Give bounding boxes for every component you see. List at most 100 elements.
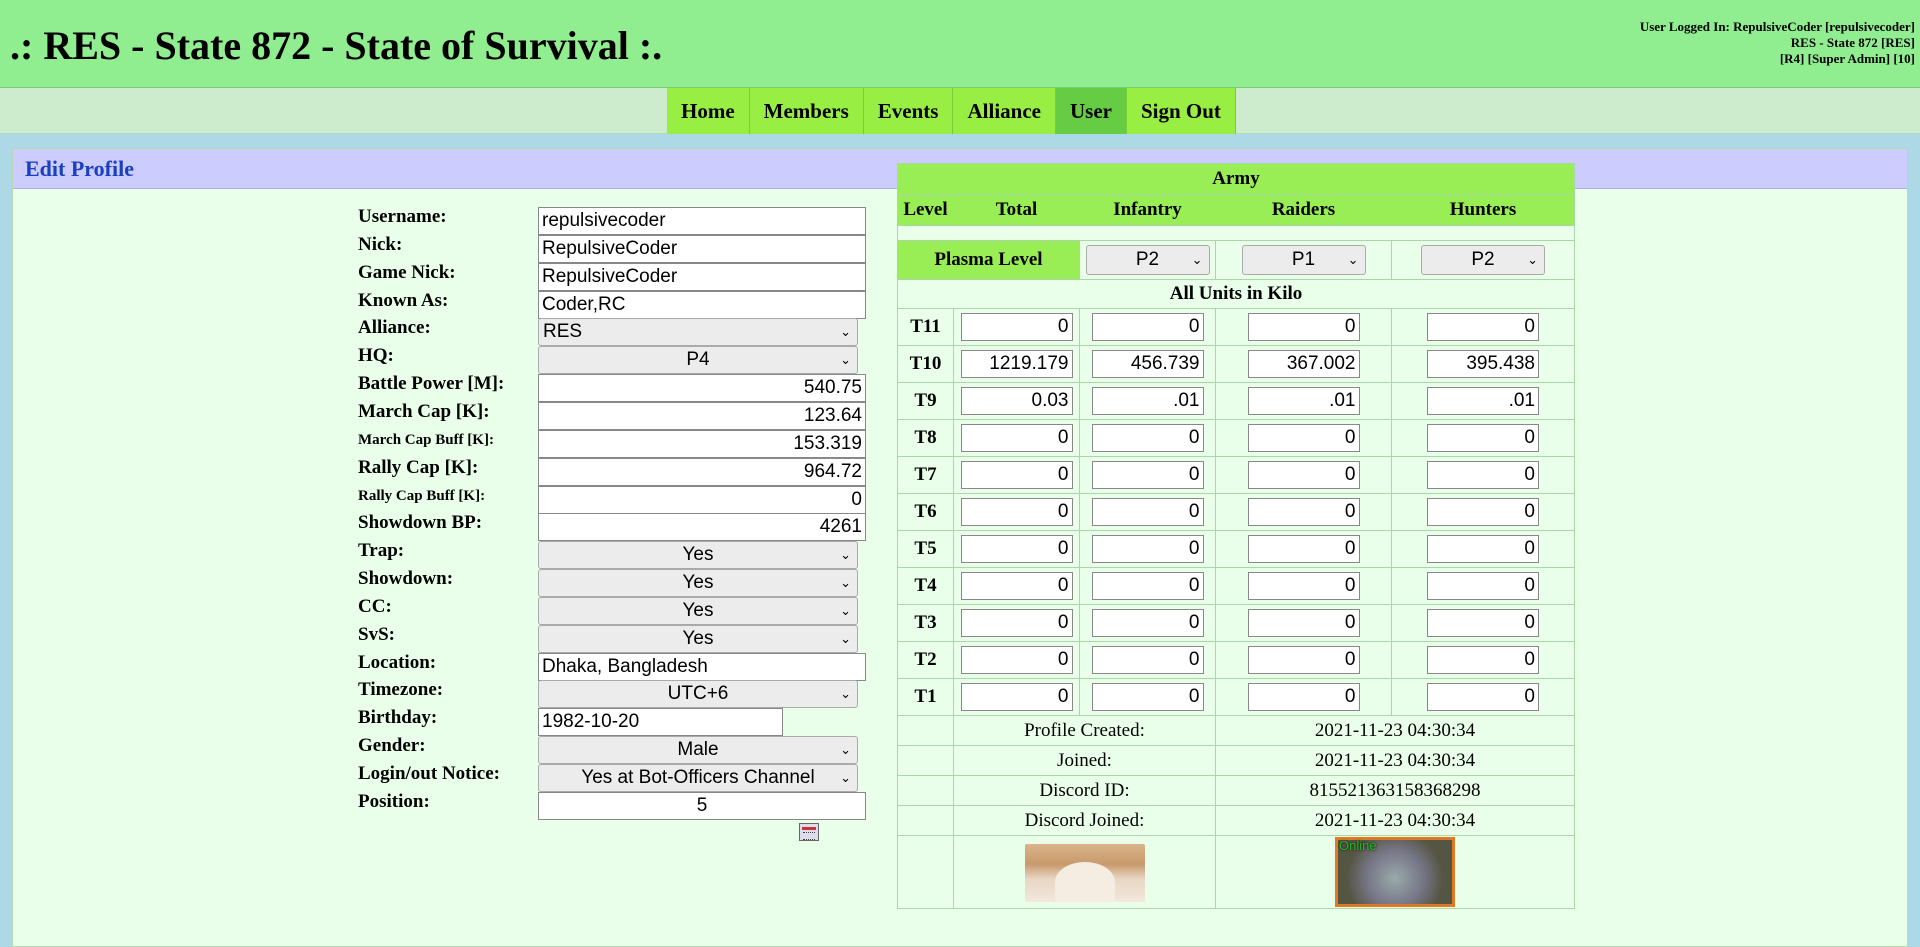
username-label: Username:	[358, 206, 447, 227]
showdown-select[interactable]: Yes ⌄	[538, 569, 858, 598]
unit-cell: 0	[953, 308, 1080, 346]
t9-raiders-input[interactable]: .01	[1247, 387, 1360, 415]
t8-hunters-input[interactable]: 0	[1427, 424, 1539, 452]
t8-infantry-input[interactable]: 0	[1091, 424, 1204, 452]
t1-hunters-input[interactable]: 0	[1427, 683, 1539, 711]
t2-hunters-input[interactable]: 0	[1427, 646, 1539, 674]
avatar	[1024, 844, 1145, 902]
known-as-input[interactable]: Coder,RC	[538, 290, 866, 319]
gender-select[interactable]: Male ⌄	[538, 736, 858, 765]
nav-user[interactable]: User	[1055, 88, 1127, 134]
t11-infantry-input[interactable]: 0	[1091, 313, 1204, 341]
unit-cell: 0	[1079, 678, 1216, 716]
timezone-select[interactable]: UTC+6 ⌄	[538, 680, 858, 709]
nav-members[interactable]: Members	[749, 88, 864, 134]
t6-hunters-input[interactable]: 0	[1427, 498, 1539, 526]
march-cap-k-input[interactable]: 123.64	[538, 401, 866, 430]
alliance-select[interactable]: RES ⌄	[538, 318, 858, 347]
unit-cell: 0	[1079, 308, 1216, 346]
t4-raiders-input[interactable]: 0	[1247, 572, 1360, 600]
t9-infantry-input[interactable]: .01	[1091, 387, 1204, 415]
t4-hunters-input[interactable]: 0	[1427, 572, 1539, 600]
t5-total-input[interactable]: 0	[960, 535, 1073, 563]
plasma-raiders-value: P1	[1291, 249, 1316, 270]
t6-infantry-input[interactable]: 0	[1091, 498, 1204, 526]
alliance-label: Alliance:	[358, 317, 431, 339]
plasma-raiders-select[interactable]: P1 ⌄	[1241, 245, 1366, 275]
info-row: Joined: 2021-11-23 04:30:34	[897, 745, 1575, 776]
t7-total-input[interactable]: 0	[960, 461, 1073, 489]
march-cap-buff-k-input[interactable]: 153.319	[538, 429, 866, 458]
t5-infantry-input[interactable]: 0	[1091, 535, 1204, 563]
t7-raiders-input[interactable]: 0	[1247, 461, 1360, 489]
t3-total-input[interactable]: 0	[960, 609, 1073, 637]
tier-label: T2	[897, 641, 954, 679]
t2-total-input[interactable]: 0	[960, 646, 1073, 674]
game-nick-input[interactable]: RepulsiveCoder	[538, 262, 866, 291]
login-out-notice-value: Yes at Bot-Officers Channel	[581, 767, 815, 788]
login-out-notice-select[interactable]: Yes at Bot-Officers Channel ⌄	[538, 764, 858, 792]
nav-alliance[interactable]: Alliance	[953, 88, 1056, 134]
t9-hunters-input[interactable]: .01	[1427, 387, 1539, 415]
cc-select[interactable]: Yes ⌄	[538, 596, 858, 625]
t2-infantry-input[interactable]: 0	[1091, 646, 1204, 674]
t4-infantry-input[interactable]: 0	[1091, 572, 1204, 600]
t4-total-input[interactable]: 0	[960, 572, 1073, 600]
unit-cell: 0	[1391, 530, 1575, 568]
unit-cell: 0	[1215, 419, 1392, 457]
location-input[interactable]: Dhaka, Bangladesh	[538, 652, 866, 681]
t3-raiders-input[interactable]: 0	[1247, 609, 1360, 637]
birthday-input[interactable]: 1982-10-20	[538, 708, 783, 737]
rally-cap-buff-k-input[interactable]: 0	[538, 485, 866, 514]
trap-value: Yes	[682, 544, 714, 566]
t10-hunters-input[interactable]: 395.438	[1427, 350, 1539, 378]
t11-raiders-input[interactable]: 0	[1247, 313, 1360, 341]
t3-infantry-input[interactable]: 0	[1091, 609, 1204, 637]
svs-select[interactable]: Yes ⌄	[538, 624, 858, 653]
t8-raiders-input[interactable]: 0	[1247, 424, 1360, 452]
trap-select[interactable]: Yes ⌄	[538, 541, 858, 570]
position-input[interactable]: 5	[538, 791, 866, 820]
t6-total-input[interactable]: 0	[960, 498, 1073, 526]
t7-infantry-input[interactable]: 0	[1091, 461, 1204, 489]
t1-infantry-input[interactable]: 0	[1091, 683, 1204, 711]
table-row: T8 0 0 0 0	[897, 419, 1575, 457]
t5-raiders-input[interactable]: 0	[1247, 535, 1360, 563]
nav-home[interactable]: Home	[667, 88, 750, 134]
t11-total-input[interactable]: 0	[960, 313, 1073, 341]
t3-hunters-input[interactable]: 0	[1427, 609, 1539, 637]
username-input[interactable]: repulsivecoder	[538, 207, 866, 235]
rally-cap-k-input[interactable]: 964.72	[538, 457, 866, 486]
tier-label: T6	[897, 493, 954, 531]
col-hunters: Hunters	[1391, 194, 1575, 226]
t7-hunters-input[interactable]: 0	[1427, 461, 1539, 489]
t10-infantry-input[interactable]: 456.739	[1091, 350, 1204, 378]
nav-events[interactable]: Events	[863, 88, 954, 134]
t10-total-input[interactable]: 1219.179	[960, 350, 1073, 378]
nav-sign-out[interactable]: Sign Out	[1126, 88, 1236, 134]
timezone-value: UTC+6	[667, 683, 729, 705]
t11-hunters-input[interactable]: 0	[1427, 313, 1539, 341]
t1-total-input[interactable]: 0	[960, 683, 1073, 711]
t9-total-input[interactable]: 0.03	[960, 387, 1073, 415]
online-badge: Online	[1339, 838, 1377, 853]
plasma-infantry-cell: P2 ⌄	[1079, 240, 1216, 280]
hq-select[interactable]: P4 ⌄	[538, 346, 858, 375]
gender-value: Male	[677, 739, 719, 761]
t6-raiders-input[interactable]: 0	[1247, 498, 1360, 526]
t5-hunters-input[interactable]: 0	[1427, 535, 1539, 563]
t8-total-input[interactable]: 0	[960, 424, 1073, 452]
t10-raiders-input[interactable]: 367.002	[1247, 350, 1360, 378]
chevron-down-icon: ⌄	[840, 630, 851, 646]
battle-power-m-input[interactable]: 540.75	[538, 374, 866, 403]
calendar-icon[interactable]	[799, 823, 819, 841]
user-rank-line: [R4] [Super Admin] [10]	[1779, 51, 1915, 66]
plasma-infantry-select[interactable]: P2 ⌄	[1085, 245, 1210, 275]
t1-raiders-input[interactable]: 0	[1247, 683, 1360, 711]
info-value: 2021-11-23 04:30:34	[1215, 745, 1575, 776]
nick-input[interactable]: RepulsiveCoder	[538, 234, 866, 263]
t2-raiders-input[interactable]: 0	[1247, 646, 1360, 674]
info-empty-cell	[897, 775, 954, 806]
showdown-bp-input[interactable]: 4261	[538, 513, 866, 542]
plasma-hunters-select[interactable]: P2 ⌄	[1421, 245, 1545, 275]
